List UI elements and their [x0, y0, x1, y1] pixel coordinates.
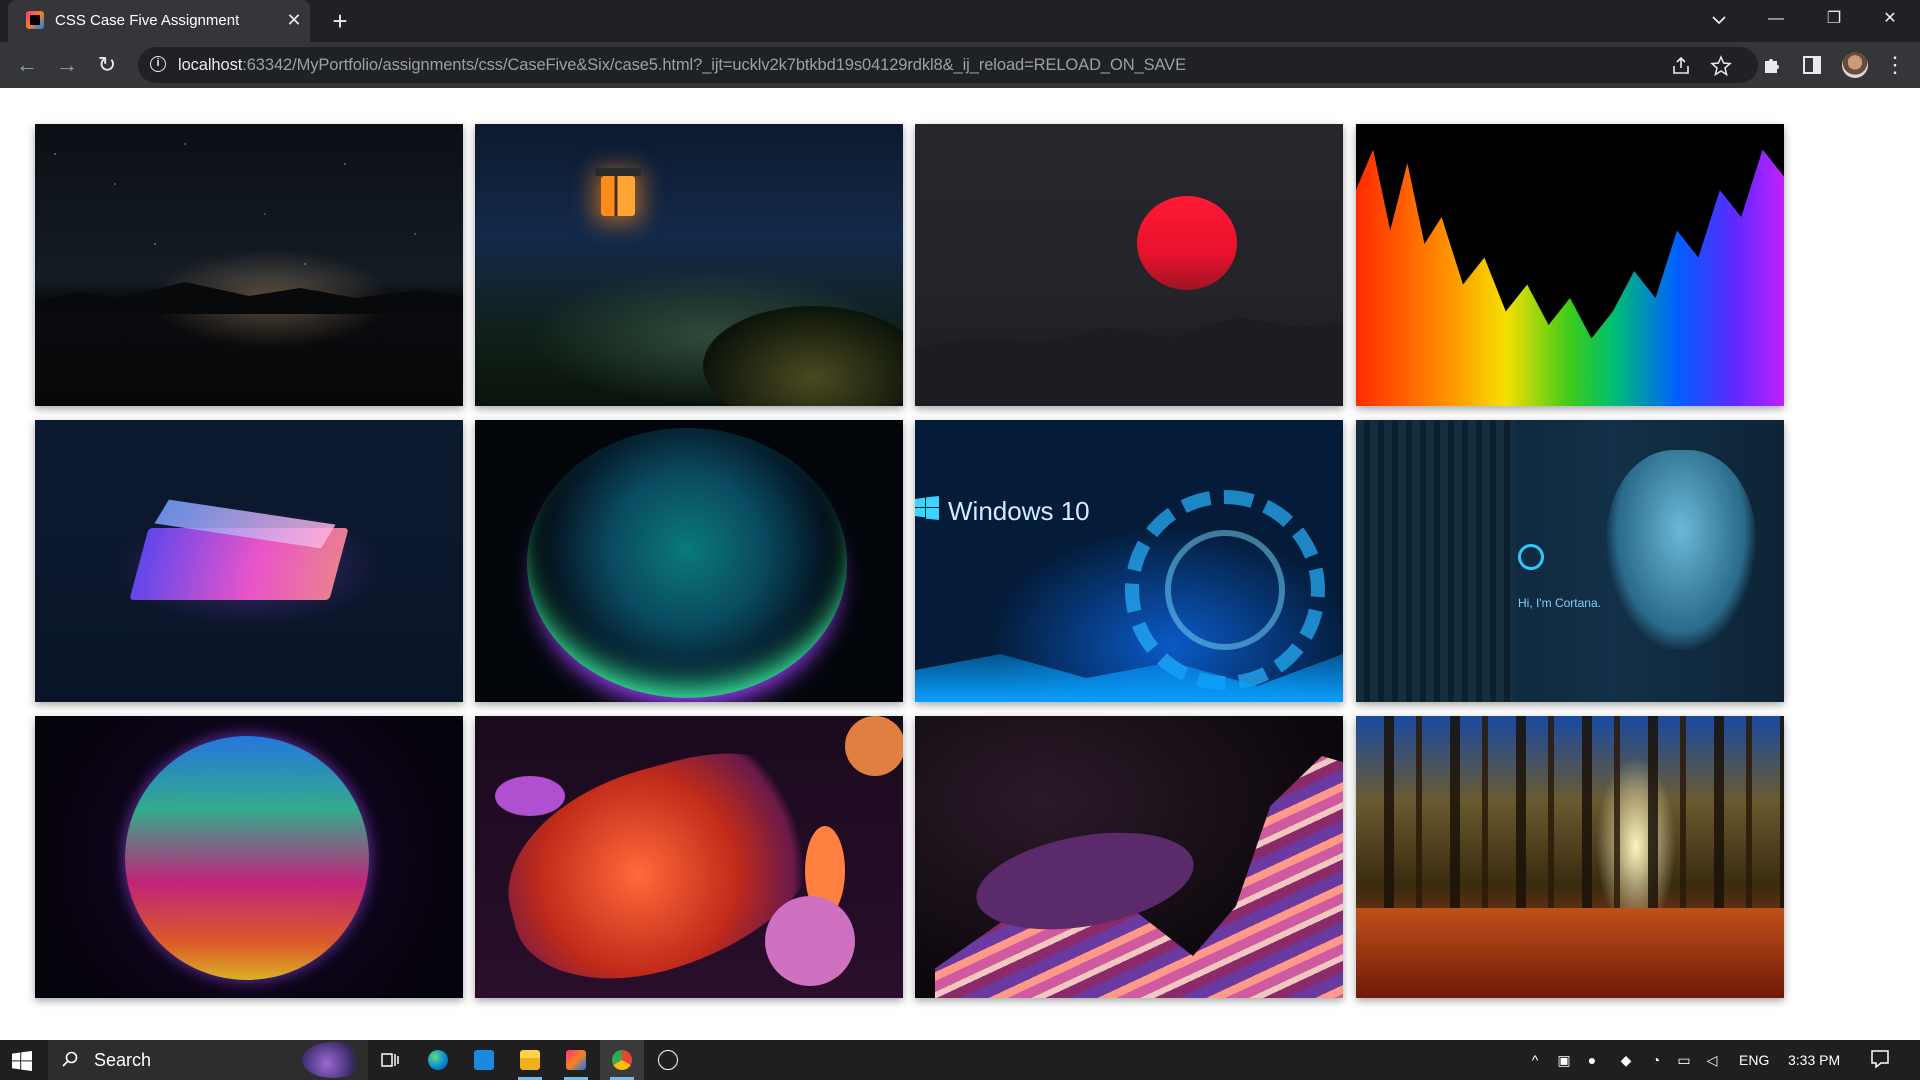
glowing-bubble-image — [475, 420, 903, 702]
battery-icon[interactable]: ▭ — [1676, 1052, 1692, 1068]
file-explorer-app[interactable] — [508, 1040, 552, 1080]
volume-icon[interactable]: ◁ — [1704, 1052, 1720, 1068]
mail-app[interactable] — [462, 1040, 506, 1080]
side-panel-icon[interactable] — [1801, 54, 1823, 76]
rainbow-equalizer-image — [1356, 124, 1784, 406]
site-info-icon[interactable]: i — [150, 56, 166, 72]
cortana-ring-icon — [1518, 544, 1544, 570]
taskbar-clock[interactable]: 3:33 PM — [1788, 1052, 1840, 1068]
windows-10-label: Windows 10 — [948, 496, 1090, 526]
edge-icon — [428, 1050, 448, 1070]
share-icon[interactable] — [1670, 55, 1692, 77]
reload-button[interactable]: ↻ — [92, 50, 122, 80]
microphone-icon[interactable]: ● — [1584, 1052, 1600, 1068]
address-path: :63342/MyPortfolio/assignments/css/CaseF… — [242, 56, 1186, 74]
taskbar-search-box[interactable]: Search — [48, 1040, 368, 1080]
rainbow-orb-image — [35, 716, 463, 998]
night-sky-lake-image — [35, 124, 463, 406]
task-view-icon — [381, 1053, 399, 1067]
cortana-greeting: Hi, I'm Cortana. — [1518, 596, 1601, 610]
tab-search-chevron-icon[interactable] — [1706, 9, 1732, 31]
windows-logo-icon — [915, 496, 939, 520]
address-host: localhost — [178, 56, 243, 74]
network-wifi-icon[interactable]: ◔ — [1648, 1052, 1664, 1068]
windows-10-image: Windows 10 — [915, 420, 1343, 702]
task-view-button[interactable] — [368, 1040, 412, 1080]
forward-button[interactable]: → — [52, 50, 82, 80]
extensions-puzzle-icon[interactable] — [1761, 54, 1783, 76]
security-shield-icon[interactable]: ◆ — [1618, 1052, 1634, 1068]
intellij-icon — [566, 1050, 586, 1070]
intellij-favicon-icon — [26, 11, 44, 29]
window-close-button[interactable]: ✕ — [1862, 0, 1918, 38]
notifications-icon[interactable] — [1870, 1049, 1890, 1069]
minimize-button[interactable]: — — [1748, 0, 1804, 38]
browser-menu-button[interactable]: ⋮ — [1884, 52, 1906, 78]
tab-close-button[interactable]: ✕ — [284, 10, 304, 30]
neon-laptop-image — [35, 420, 463, 702]
intellij-app[interactable] — [554, 1040, 598, 1080]
windows-taskbar: Search ^ ▣ ● ◆ ◔ ▭ ◁ ENG 3:33 PM — [0, 1040, 1920, 1080]
restore-button[interactable]: ❐ — [1806, 0, 1862, 38]
forest-lantern-image — [475, 124, 903, 406]
profile-avatar[interactable] — [1842, 52, 1868, 78]
search-highlight-thumbnail[interactable] — [302, 1042, 364, 1078]
edge-app[interactable] — [416, 1040, 460, 1080]
cortana-image: Hi, I'm Cortana. — [1356, 420, 1784, 702]
mail-icon — [474, 1050, 494, 1070]
browser-tab-strip: CSS Case Five Assignment ✕ + — ❐ ✕ — [0, 0, 1920, 42]
address-bar[interactable]: i localhost:63342/MyPortfolio/assignment… — [138, 47, 1758, 83]
browser-toolbar: ← → ↻ i localhost:63342/MyPortfolio/assi… — [0, 42, 1920, 88]
clock-icon — [658, 1050, 678, 1070]
bookmark-star-icon[interactable] — [1710, 55, 1732, 77]
autumn-forest-image — [1356, 716, 1784, 998]
clock-app[interactable] — [646, 1040, 690, 1080]
new-tab-button[interactable]: + — [326, 7, 354, 35]
search-placeholder: Search — [94, 1050, 152, 1070]
address-url[interactable]: localhost:63342/MyPortfolio/assignments/… — [178, 56, 1186, 75]
abstract-fluid-image — [475, 716, 903, 998]
chrome-app[interactable] — [600, 1040, 644, 1080]
show-hidden-icons-chevron[interactable]: ^ — [1527, 1052, 1543, 1068]
chrome-icon — [612, 1050, 632, 1070]
input-language[interactable]: ENG — [1739, 1052, 1769, 1068]
search-icon — [62, 1051, 78, 1067]
back-button[interactable]: ← — [12, 50, 42, 80]
meet-now-icon[interactable]: ▣ — [1556, 1052, 1572, 1068]
folder-icon — [520, 1050, 540, 1070]
red-sun-image — [915, 124, 1343, 406]
tab-title: CSS Case Five Assignment — [55, 12, 240, 29]
browser-tab-active[interactable]: CSS Case Five Assignment ✕ — [8, 0, 310, 42]
windows-start-icon[interactable] — [12, 1051, 32, 1071]
windows-11-ribbon-image — [915, 716, 1343, 998]
